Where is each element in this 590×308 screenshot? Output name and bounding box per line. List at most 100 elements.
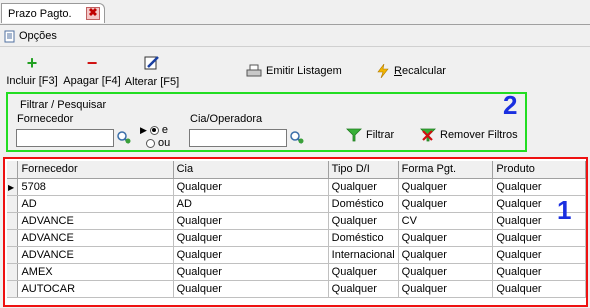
- include-label: Incluir [F3]: [6, 75, 58, 87]
- column-header[interactable]: Produto: [492, 161, 586, 179]
- row-indicator[interactable]: [7, 195, 19, 213]
- table-cell[interactable]: AUTOCAR: [17, 280, 174, 298]
- minus-icon: −: [86, 53, 98, 73]
- search-icon[interactable]: [116, 130, 132, 145]
- document-icon: [4, 30, 15, 42]
- table-cell[interactable]: 5708: [17, 178, 174, 196]
- delete-button[interactable]: − Apagar [F4]: [62, 53, 122, 87]
- table-cell[interactable]: Qualquer: [492, 178, 586, 196]
- table-cell[interactable]: ADVANCE: [17, 246, 174, 264]
- radio-and[interactable]: ▶ e: [140, 124, 168, 136]
- row-indicator[interactable]: [7, 246, 19, 264]
- table-cell[interactable]: Qualquer: [398, 263, 494, 281]
- table-row[interactable]: AUTOCAR Qualquer Qualquer Qualquer Qualquer: [7, 280, 586, 298]
- table-cell[interactable]: Qualquer: [173, 212, 329, 230]
- table-cell[interactable]: Qualquer: [173, 246, 329, 264]
- radio-or-circle[interactable]: [146, 138, 155, 148]
- remove-filters-label: Remover Filtros: [440, 129, 518, 141]
- cia-label: Cia/Operadora: [190, 113, 263, 125]
- supplier-input[interactable]: [16, 129, 114, 147]
- edit-pencil-icon: [144, 56, 159, 70]
- recalculate-button[interactable]: Recalcular: [376, 64, 446, 78]
- table-cell[interactable]: AD: [173, 195, 329, 213]
- table-row[interactable]: AD AD Doméstico Qualquer Qualquer: [7, 195, 586, 213]
- print-list-button[interactable]: Emitir Listagem: [246, 64, 342, 78]
- table-cell[interactable]: Doméstico: [328, 229, 399, 247]
- table-cell[interactable]: Qualquer: [328, 178, 399, 196]
- radio-and-label: e: [161, 124, 169, 136]
- filter-title: Filtrar / Pesquisar: [20, 99, 107, 111]
- column-header[interactable]: Tipo D/I: [328, 161, 399, 179]
- remove-filter-icon: [420, 128, 436, 142]
- table-cell[interactable]: Qualquer: [398, 280, 494, 298]
- row-indicator[interactable]: [7, 263, 19, 281]
- row-indicator[interactable]: [7, 229, 19, 247]
- edit-label: Alterar [F5]: [124, 76, 180, 88]
- table-cell[interactable]: Qualquer: [398, 246, 494, 264]
- results-grid: FornecedorCiaTipo D/IForma Pgt.Produto 5…: [3, 157, 588, 307]
- table-cell[interactable]: Qualquer: [328, 212, 399, 230]
- table-row[interactable]: ADVANCE Qualquer Doméstico Qualquer Qualquer: [7, 229, 586, 247]
- table-cell[interactable]: Qualquer: [328, 263, 399, 281]
- table-cell[interactable]: Qualquer: [398, 178, 494, 196]
- print-list-label: Emitir Listagem: [266, 65, 342, 77]
- radio-and-circle[interactable]: [149, 125, 159, 135]
- results-table: FornecedorCiaTipo D/IForma Pgt.Produto 5…: [7, 161, 586, 298]
- row-indicator-header: [7, 161, 19, 179]
- table-cell[interactable]: Qualquer: [492, 195, 586, 213]
- column-header[interactable]: Fornecedor: [17, 161, 174, 179]
- funnel-icon: [346, 128, 362, 142]
- column-header[interactable]: Forma Pgt.: [398, 161, 494, 179]
- table-cell[interactable]: Qualquer: [173, 178, 329, 196]
- table-cell[interactable]: ADVANCE: [17, 212, 174, 230]
- table-cell[interactable]: ADVANCE: [17, 229, 174, 247]
- table-cell[interactable]: Qualquer: [398, 229, 494, 247]
- table-cell[interactable]: AD: [17, 195, 174, 213]
- table-cell[interactable]: Qualquer: [173, 229, 329, 247]
- plus-icon: +: [26, 53, 38, 73]
- filter-button[interactable]: Filtrar: [346, 128, 394, 142]
- table-cell[interactable]: AMEX: [17, 263, 174, 281]
- table-cell[interactable]: Qualquer: [173, 280, 329, 298]
- radio-or-label: ou: [158, 137, 171, 149]
- cia-input[interactable]: [189, 129, 287, 147]
- supplier-label: Fornecedor: [17, 113, 74, 125]
- radio-or[interactable]: ou: [146, 137, 170, 149]
- annotation-number-1: 1: [557, 195, 572, 225]
- column-header[interactable]: Cia: [173, 161, 329, 179]
- annotation-number-2: 2: [503, 90, 518, 120]
- tab-label: Prazo Pagto.: [8, 8, 72, 20]
- table-cell[interactable]: Qualquer: [492, 263, 586, 281]
- recalculate-label: Recalcular: [394, 65, 446, 77]
- search-icon[interactable]: [289, 130, 305, 145]
- table-row[interactable]: ADVANCE Qualquer Internacional Qualquer Qual…: [7, 246, 586, 264]
- table-cell[interactable]: Qualquer: [173, 263, 329, 281]
- table-cell[interactable]: Qualquer: [398, 195, 494, 213]
- table-cell[interactable]: Qualquer: [492, 246, 586, 264]
- table-row[interactable]: AMEX Qualquer Qualquer Qualquer Qualquer: [7, 263, 586, 281]
- table-cell[interactable]: CV: [398, 212, 494, 230]
- table-row[interactable]: ADVANCE Qualquer Qualquer CV Qualquer: [7, 212, 586, 230]
- lightning-icon: [377, 64, 389, 78]
- table-cell[interactable]: Doméstico: [328, 195, 399, 213]
- table-cell[interactable]: Qualquer: [492, 212, 586, 230]
- printer-icon: [246, 64, 262, 77]
- table-cell[interactable]: Internacional: [328, 246, 399, 264]
- tab-close-icon[interactable]: ✖: [86, 7, 100, 20]
- row-indicator[interactable]: [7, 280, 19, 298]
- row-indicator[interactable]: [7, 212, 19, 230]
- table-cell[interactable]: Qualquer: [328, 280, 399, 298]
- edit-button[interactable]: Alterar [F5]: [124, 55, 180, 88]
- filter-button-label: Filtrar: [366, 129, 395, 141]
- table-row[interactable]: 5708QualquerQualquerQualquerQualquer: [7, 178, 586, 196]
- delete-label: Apagar [F4]: [63, 75, 121, 87]
- include-button[interactable]: + Incluir [F3]: [6, 53, 58, 87]
- table-cell[interactable]: Qualquer: [492, 229, 586, 247]
- row-indicator[interactable]: [7, 178, 19, 196]
- options-menu[interactable]: Opções: [4, 28, 57, 44]
- table-cell[interactable]: Qualquer: [492, 280, 586, 298]
- radio-and-marker: ▶: [140, 124, 147, 135]
- remove-filters-button[interactable]: Remover Filtros: [420, 128, 518, 142]
- tab-prazo-pagto[interactable]: Prazo Pagto. ✖: [1, 3, 105, 23]
- options-menu-label: Opções: [19, 30, 57, 42]
